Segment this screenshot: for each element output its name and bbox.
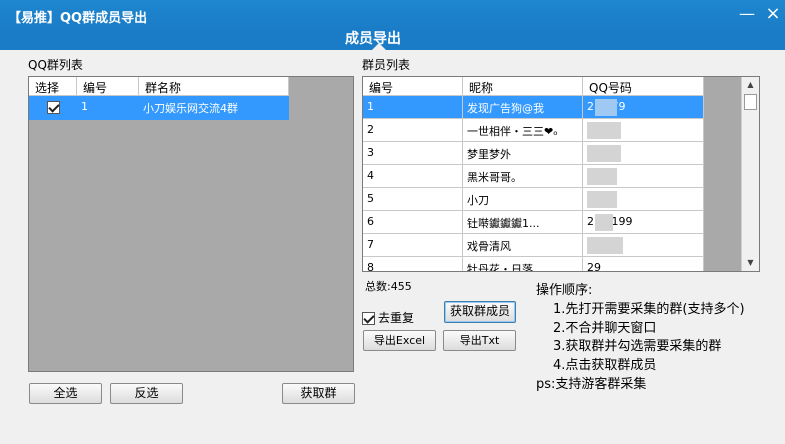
- select-all-button[interactable]: 全选: [29, 383, 102, 404]
- row-id: 1: [81, 100, 88, 113]
- row-qq: 29: [583, 257, 704, 271]
- scroll-thumb[interactable]: [744, 94, 757, 110]
- row-id: 4: [363, 165, 463, 188]
- redaction-block: [595, 214, 613, 231]
- row-nickname: 梦里梦外: [463, 142, 583, 165]
- row-checkbox[interactable]: [47, 100, 60, 114]
- row-id: 2: [363, 119, 463, 142]
- column-header-group-name[interactable]: 群名称: [139, 77, 289, 96]
- window-title: 【易推】QQ群成员导出: [8, 11, 148, 26]
- row-id: 5: [363, 188, 463, 211]
- column-header-select[interactable]: 选择: [29, 77, 77, 96]
- help-step: 4.点击获取群成员: [553, 358, 657, 373]
- member-list-scrollbar[interactable]: ▲ ▼: [741, 77, 759, 271]
- row-nickname: 一世相伴・三三❤ₒ: [463, 119, 583, 142]
- help-note: ps:支持游客群采集: [536, 377, 647, 392]
- scroll-down-icon[interactable]: ▼: [742, 255, 759, 271]
- redaction-block: [587, 191, 617, 208]
- row-id: 6: [363, 211, 463, 234]
- row-nickname: 黑米哥哥。: [463, 165, 583, 188]
- table-row[interactable]: 4 黑米哥哥。 6: [363, 165, 704, 188]
- minimize-button[interactable]: —: [736, 4, 758, 24]
- invert-selection-button[interactable]: 反选: [110, 383, 183, 404]
- row-nickname: 钍啭钀钀钀1...: [463, 211, 583, 234]
- redaction-block: [587, 145, 621, 162]
- row-nickname: 发现广告狗@我: [463, 96, 583, 119]
- title-bar: 【易推】QQ群成员导出 — ×: [0, 0, 785, 30]
- row-id: 3: [363, 142, 463, 165]
- redaction-block: [595, 99, 617, 116]
- table-row[interactable]: 6 钍啭钀钀钀1... 2 85199: [363, 211, 704, 234]
- member-list-label: 群员列表: [362, 58, 411, 72]
- row-id: 8: [363, 257, 463, 271]
- column-header-nickname[interactable]: 昵称: [463, 77, 583, 96]
- table-row[interactable]: 5 小刀 5: [363, 188, 704, 211]
- help-title: 操作顺序:: [536, 283, 593, 298]
- row-nickname: 小刀: [463, 188, 583, 211]
- table-row[interactable]: 7 戏骨清风 1618: [363, 234, 704, 257]
- dedupe-label: 去重复: [378, 311, 415, 325]
- redaction-block: [587, 237, 623, 254]
- tab-indicator: [372, 43, 386, 50]
- table-row[interactable]: 3 梦里梦外: [363, 142, 704, 165]
- group-list-label: QQ群列表: [28, 58, 83, 72]
- column-header-id[interactable]: 编号: [77, 77, 139, 96]
- dedupe-option[interactable]: 去重复: [362, 309, 414, 326]
- get-groups-button[interactable]: 获取群: [282, 383, 355, 404]
- row-nickname: 牡丹花・日落: [463, 257, 583, 271]
- row-nickname: 戏骨清风: [463, 234, 583, 257]
- close-button[interactable]: ×: [762, 4, 784, 24]
- table-row[interactable]: 2 一世相伴・三三❤ₒ 0: [363, 119, 704, 142]
- dedupe-checkbox[interactable]: [362, 312, 375, 325]
- row-group-name: 小刀娱乐网交流4群: [143, 102, 238, 115]
- help-step: 2.不合并聊天窗口: [553, 321, 657, 336]
- get-members-button[interactable]: 获取群成员: [444, 301, 516, 323]
- column-header-qq[interactable]: QQ号码: [583, 77, 704, 96]
- help-step: 1.先打开需要采集的群(支持多个): [553, 302, 745, 317]
- member-count: 总数:455: [365, 280, 412, 293]
- table-row[interactable]: 8 牡丹花・日落 29: [363, 257, 704, 271]
- redaction-block: [587, 168, 617, 185]
- export-excel-button[interactable]: 导出Excel: [363, 330, 436, 351]
- help-step: 3.获取群并勾选需要采集的群: [553, 339, 722, 354]
- tab-bar: 成员导出: [0, 30, 785, 50]
- table-row[interactable]: 1 小刀娱乐网交流4群: [29, 96, 289, 120]
- row-id: 7: [363, 234, 463, 257]
- member-list-grid[interactable]: 编号 昵称 QQ号码 1 发现广告狗@我 2 1279 2 一世相伴・三三❤ₒ …: [362, 76, 760, 272]
- redaction-block: [587, 122, 621, 139]
- row-select-cell[interactable]: [29, 96, 77, 119]
- scroll-up-icon[interactable]: ▲: [742, 77, 759, 93]
- row-id: 1: [363, 96, 463, 119]
- export-txt-button[interactable]: 导出Txt: [443, 330, 516, 351]
- group-list-grid[interactable]: 选择 编号 群名称 1 小刀娱乐网交流4群: [28, 76, 354, 372]
- column-header-id[interactable]: 编号: [363, 77, 463, 96]
- table-row[interactable]: 1 发现广告狗@我 2 1279: [363, 96, 704, 119]
